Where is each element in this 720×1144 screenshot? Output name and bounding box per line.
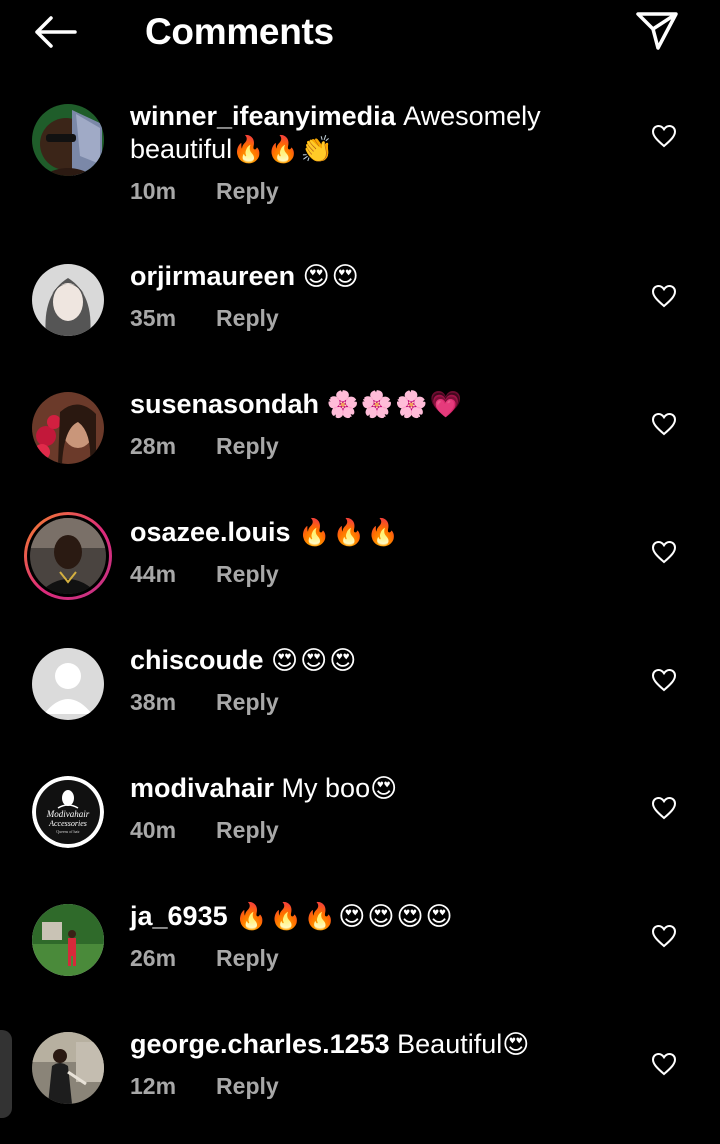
heart-outline-icon	[651, 668, 677, 692]
heart-outline-icon	[651, 924, 677, 948]
arrow-left-icon	[35, 16, 77, 48]
avatar	[30, 518, 106, 594]
heart-outline-icon	[651, 540, 677, 564]
default-avatar-icon	[32, 648, 104, 720]
heart-outline-icon	[651, 124, 677, 148]
comment-content: ja_6935 🔥🔥🔥😍😍😍😍	[130, 900, 600, 934]
like-button[interactable]	[648, 664, 680, 696]
reply-button[interactable]: Reply	[216, 305, 279, 332]
comment-item: susenasondah 🌸🌸🌸💗 28m Reply	[0, 376, 720, 504]
like-button[interactable]	[648, 536, 680, 568]
comment-time: 40m	[130, 817, 177, 843]
reply-button[interactable]: Reply	[216, 689, 279, 716]
comment-emojis: 😍	[370, 774, 400, 804]
comment-emojis: 🌸🌸🌸💗	[326, 390, 465, 420]
reply-button[interactable]: Reply	[216, 178, 279, 205]
comment-username[interactable]: ja_6935	[130, 901, 235, 931]
comment-content: winner_ifeanyimedia Awesomely beautiful🔥…	[130, 100, 600, 167]
like-button[interactable]	[648, 1048, 680, 1080]
like-button[interactable]	[648, 792, 680, 824]
avatar[interactable]	[32, 648, 104, 720]
avatar[interactable]	[32, 392, 104, 464]
comment-text: Beautiful	[397, 1029, 503, 1059]
comment-emojis: 🔥🔥🔥😍😍😍😍	[235, 902, 455, 932]
scroll-edge-handle[interactable]	[0, 1030, 12, 1118]
comment-time: 26m	[130, 945, 177, 971]
comment-username[interactable]: susenasondah	[130, 389, 327, 419]
comment-meta: 44m Reply	[130, 561, 279, 588]
comment-item: george.charles.1253 Beautiful😍 12m Reply	[0, 1016, 720, 1144]
avatar[interactable]: Modivahair Accessories Queens of hair	[32, 776, 104, 848]
comment-username[interactable]: osazee.louis	[130, 517, 298, 547]
comment-content: chiscoude 😍😍😍	[130, 644, 600, 678]
avatar[interactable]	[32, 264, 104, 336]
like-button[interactable]	[648, 920, 680, 952]
avatar[interactable]	[32, 904, 104, 976]
reply-button[interactable]: Reply	[216, 1073, 279, 1100]
comment-time: 10m	[130, 178, 177, 204]
comment-meta: 26m Reply	[130, 945, 279, 972]
comment-meta: 35m Reply	[130, 305, 279, 332]
comment-meta: 28m Reply	[130, 433, 279, 460]
comment-username[interactable]: winner_ifeanyimedia	[130, 101, 403, 131]
avatar[interactable]	[32, 104, 104, 176]
comment-emojis: 😍😍	[302, 262, 361, 292]
comment-content: modivahair My boo😍	[130, 772, 600, 806]
comment-text: My boo	[281, 773, 371, 803]
avatar[interactable]	[32, 1032, 104, 1104]
comment-item: osazee.louis 🔥🔥🔥 44m Reply	[0, 504, 720, 632]
comment-emojis: 😍	[502, 1030, 532, 1060]
comment-username[interactable]: orjirmaureen	[130, 261, 303, 291]
comment-meta: 40m Reply	[130, 817, 279, 844]
comment-content: orjirmaureen 😍😍	[130, 260, 600, 294]
like-button[interactable]	[648, 120, 680, 152]
comment-item: chiscoude 😍😍😍 38m Reply	[0, 632, 720, 760]
reply-button[interactable]: Reply	[216, 561, 279, 588]
logo-text-line1: Modivahair	[46, 809, 90, 819]
avatar-story-ring[interactable]	[24, 512, 112, 600]
header-bar: Comments	[0, 0, 720, 64]
page-title: Comments	[145, 11, 334, 52]
reply-button[interactable]: Reply	[216, 945, 279, 972]
back-button[interactable]	[28, 10, 82, 54]
comment-time: 38m	[130, 689, 177, 715]
comment-emojis: 🔥🔥👏	[232, 135, 336, 165]
comment-meta: 38m Reply	[130, 689, 279, 716]
like-button[interactable]	[648, 408, 680, 440]
comment-username[interactable]: chiscoude	[130, 645, 271, 675]
comment-emojis: 😍😍😍	[271, 646, 359, 676]
comment-time: 35m	[130, 305, 177, 331]
comment-time: 28m	[130, 433, 177, 459]
reply-button[interactable]: Reply	[216, 433, 279, 460]
comment-meta: 10m Reply	[130, 178, 279, 205]
like-button[interactable]	[648, 280, 680, 312]
comment-emojis: 🔥🔥🔥	[298, 518, 402, 548]
comment-content: osazee.louis 🔥🔥🔥	[130, 516, 600, 550]
paper-plane-icon	[636, 12, 678, 50]
heart-outline-icon	[651, 796, 677, 820]
share-button[interactable]	[630, 6, 684, 56]
comment-item: winner_ifeanyimedia Awesomely beautiful🔥…	[0, 88, 720, 248]
reply-button[interactable]: Reply	[216, 817, 279, 844]
heart-outline-icon	[651, 412, 677, 436]
comment-item: orjirmaureen 😍😍 35m Reply	[0, 248, 720, 376]
comment-username[interactable]: george.charles.1253	[130, 1029, 397, 1059]
comment-item: Modivahair Accessories Queens of hair mo…	[0, 760, 720, 888]
logo-text-line3: Queens of hair	[56, 829, 80, 834]
comment-item: ja_6935 🔥🔥🔥😍😍😍😍 26m Reply	[0, 888, 720, 1016]
brand-logo-icon: Modivahair Accessories Queens of hair	[32, 776, 104, 848]
comment-username[interactable]: modivahair	[130, 773, 282, 803]
comment-content: george.charles.1253 Beautiful😍	[130, 1028, 600, 1062]
comment-time: 44m	[130, 561, 177, 587]
comment-list: winner_ifeanyimedia Awesomely beautiful🔥…	[0, 88, 720, 1144]
comment-meta: 12m Reply	[130, 1073, 279, 1100]
heart-outline-icon	[651, 284, 677, 308]
avatar-ring-gap	[27, 515, 109, 597]
comment-content: susenasondah 🌸🌸🌸💗	[130, 388, 600, 422]
comment-time: 12m	[130, 1073, 177, 1099]
logo-text-line2: Accessories	[48, 819, 87, 828]
heart-outline-icon	[651, 1052, 677, 1076]
